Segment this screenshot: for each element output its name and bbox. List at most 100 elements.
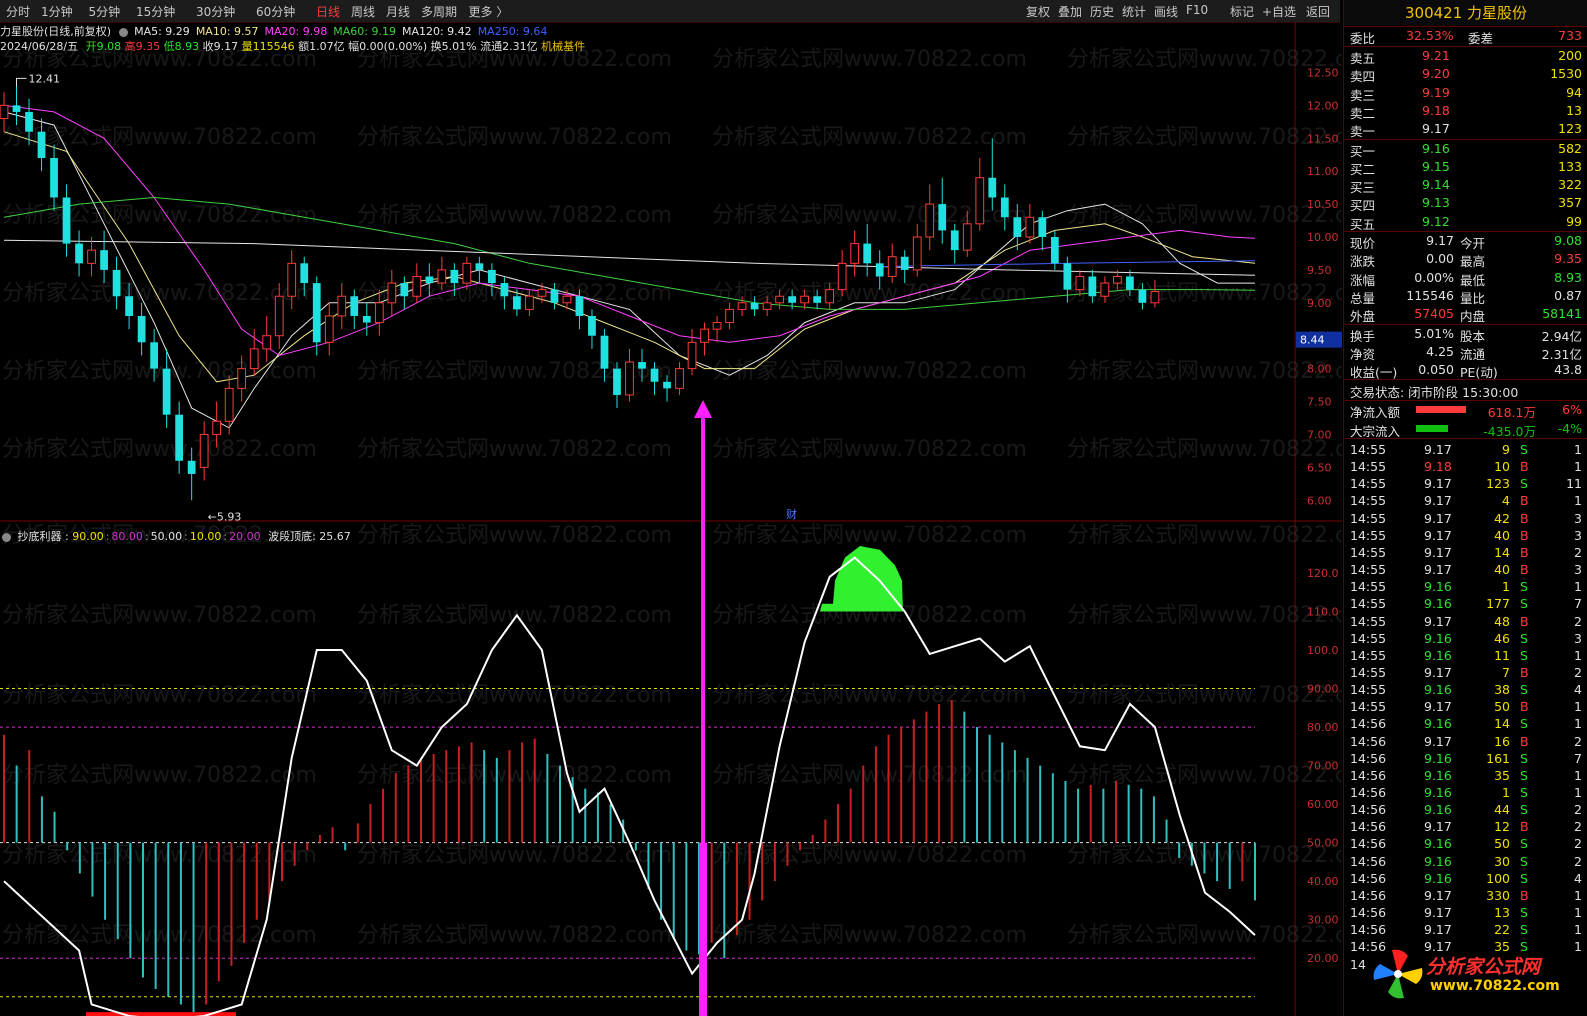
tick-price: 9.16: [1424, 802, 1452, 818]
toolbar-button-1[interactable]: 叠加: [1058, 3, 1082, 20]
bid-price: 9.15: [1422, 158, 1450, 174]
watermark-text: 分析家公式网www.70822.com: [357, 47, 672, 72]
tick-count: 1: [1574, 887, 1582, 903]
ask-row[interactable]: 卖三 9.19 94: [1344, 84, 1587, 103]
watermark-text: 分析家公式网www.70822.com: [1067, 923, 1342, 948]
indicator-axis-label: 120.0: [1307, 567, 1339, 580]
ask-price: 9.21: [1422, 48, 1450, 63]
period-tab-0[interactable]: 分时: [6, 3, 30, 20]
watermark-text: 分析家公式网www.70822.com: [2, 281, 317, 306]
tick-side: B: [1520, 664, 1529, 680]
tick-volume: 40: [1494, 527, 1510, 543]
fundamental-row: 收益(一) 0.050 PE(动) 43.8: [1344, 361, 1587, 381]
period-tab-5[interactable]: 60分钟: [256, 3, 295, 20]
bid-row[interactable]: 买五 9.12 99: [1344, 213, 1587, 232]
price-axis-label: 7.00: [1307, 428, 1332, 441]
tick-count: 11: [1566, 476, 1582, 492]
pinwheel-logo-icon: [1373, 949, 1423, 999]
tick-time: 14:55: [1350, 664, 1387, 680]
watermark-text: 分析家公式网www.70822.com: [1067, 359, 1342, 384]
candle: [324, 302, 334, 356]
period-tab-9[interactable]: 多周期: [421, 3, 457, 20]
tick-count: 1: [1574, 459, 1582, 475]
stock-title[interactable]: 300421 力星股份: [1344, 0, 1587, 27]
fund-label: 收益(一): [1350, 365, 1398, 381]
toolbar-button-5[interactable]: F10: [1186, 3, 1208, 17]
panel-divider: [1344, 438, 1587, 439]
period-tab-2[interactable]: 5分钟: [89, 3, 121, 20]
bid-row[interactable]: 买二 9.15 133: [1344, 158, 1587, 177]
candle: [62, 184, 71, 257]
tick-price: 9.16: [1424, 750, 1452, 766]
indicator-info-line: 抄底利器 : 90.00:80.00:50.00:10.00:20.00 波段顶…: [0, 528, 351, 544]
tick-time: 14:56: [1350, 836, 1387, 852]
period-tab-6[interactable]: 日线: [316, 3, 340, 20]
tick-time: 14:56: [1350, 785, 1387, 800]
watermark-text: 分析家公式网www.70822.com: [712, 281, 1027, 306]
low-annotation: ←5.93: [208, 510, 242, 523]
period-tab-3[interactable]: 15分钟: [136, 3, 175, 20]
tick-side: S: [1520, 716, 1528, 732]
indicator-value-4: 20.00: [229, 530, 261, 543]
tick-count: 3: [1574, 510, 1582, 526]
fund-label: 换手: [1350, 328, 1376, 344]
tick-time: 14:55: [1350, 459, 1387, 475]
toolbar-button-6[interactable]: 标记: [1230, 3, 1254, 20]
tick-volume: 16: [1494, 733, 1510, 749]
tick-row: 14:55 9.17 50 B 1: [1344, 699, 1587, 716]
tick-side: B: [1520, 459, 1529, 475]
bid-row[interactable]: 买四 9.13 357: [1344, 194, 1587, 213]
tick-time: 14:56: [1350, 870, 1387, 886]
tick-count: 1: [1574, 905, 1582, 921]
bid-price: 9.16: [1422, 140, 1450, 156]
bid-row[interactable]: 买三 9.14 322: [1344, 176, 1587, 195]
period-tab-10[interactable]: 更多 〉: [469, 3, 509, 20]
candle: [850, 230, 860, 277]
watermark-text: 分析家公式网www.70822.com: [357, 843, 672, 868]
tick-row: 14:56 9.16 1 S 1: [1344, 785, 1587, 802]
tick-price: 9.17: [1424, 544, 1452, 560]
bid-row[interactable]: 买一 9.16 582: [1344, 140, 1587, 159]
indicator-value-1: 80.00: [111, 530, 143, 543]
period-tab-4[interactable]: 30分钟: [196, 3, 235, 20]
tick-count: 1: [1574, 716, 1582, 732]
fund-value: 2.94亿: [1541, 328, 1582, 344]
toolbar-button-2[interactable]: 历史: [1090, 3, 1114, 20]
flow-label: 净流入额: [1350, 405, 1401, 421]
tick-volume: 46: [1494, 630, 1510, 646]
price-axis-label: 9.50: [1307, 264, 1332, 277]
tick-row: 14:55 9.16 11 S 1: [1344, 648, 1587, 665]
watermark-text: 分析家公式网www.70822.com: [712, 683, 1027, 708]
toolbar-button-7[interactable]: +自选: [1262, 3, 1296, 20]
watermark-text: 分析家公式网www.70822.com: [357, 923, 672, 948]
tick-side: S: [1520, 476, 1528, 492]
bid-volume: 582: [1558, 140, 1582, 156]
toolbar-button-4[interactable]: 画线: [1154, 3, 1178, 20]
ask-row[interactable]: 卖四 9.20 1530: [1344, 65, 1587, 84]
tick-count: 7: [1574, 596, 1582, 612]
stat-value: 0.00%: [1414, 269, 1454, 285]
tick-row: 14:55 9.17 7 B 2: [1344, 665, 1587, 682]
ask-row[interactable]: 卖二 9.18 13: [1344, 102, 1587, 121]
toolbar-button-3[interactable]: 统计: [1122, 3, 1146, 20]
period-tab-1[interactable]: 1分钟: [41, 3, 73, 20]
period-tab-8[interactable]: 月线: [386, 3, 410, 20]
period-tab-7[interactable]: 周线: [351, 3, 375, 20]
watermark-text: 分析家公式网www.70822.com: [712, 763, 1027, 788]
quote-stat-row: 涨跌 0.00 最高 9.35: [1344, 250, 1587, 269]
indicator-settings-icon[interactable]: [2, 532, 11, 542]
tick-volume: 42: [1494, 510, 1510, 526]
ask-row[interactable]: 卖一 9.17 123: [1344, 120, 1587, 139]
ask-row[interactable]: 卖五 9.21 200: [1344, 47, 1587, 66]
tick-row: 14:56 9.17 12 B 2: [1344, 819, 1587, 836]
toolbar-button-8[interactable]: 返回: [1306, 3, 1330, 20]
tick-volume: 50: [1494, 836, 1510, 852]
toolbar-button-0[interactable]: 复权: [1026, 3, 1050, 20]
stat-label: 现价: [1350, 236, 1376, 251]
finance-marker[interactable]: 财: [786, 507, 797, 521]
tick-side: B: [1520, 510, 1529, 526]
stat-value: 9.35: [1554, 251, 1582, 267]
price-axis-label: 7.50: [1307, 396, 1332, 409]
tick-price: 9.16: [1424, 853, 1452, 869]
tick-price: 9.16: [1424, 647, 1452, 663]
